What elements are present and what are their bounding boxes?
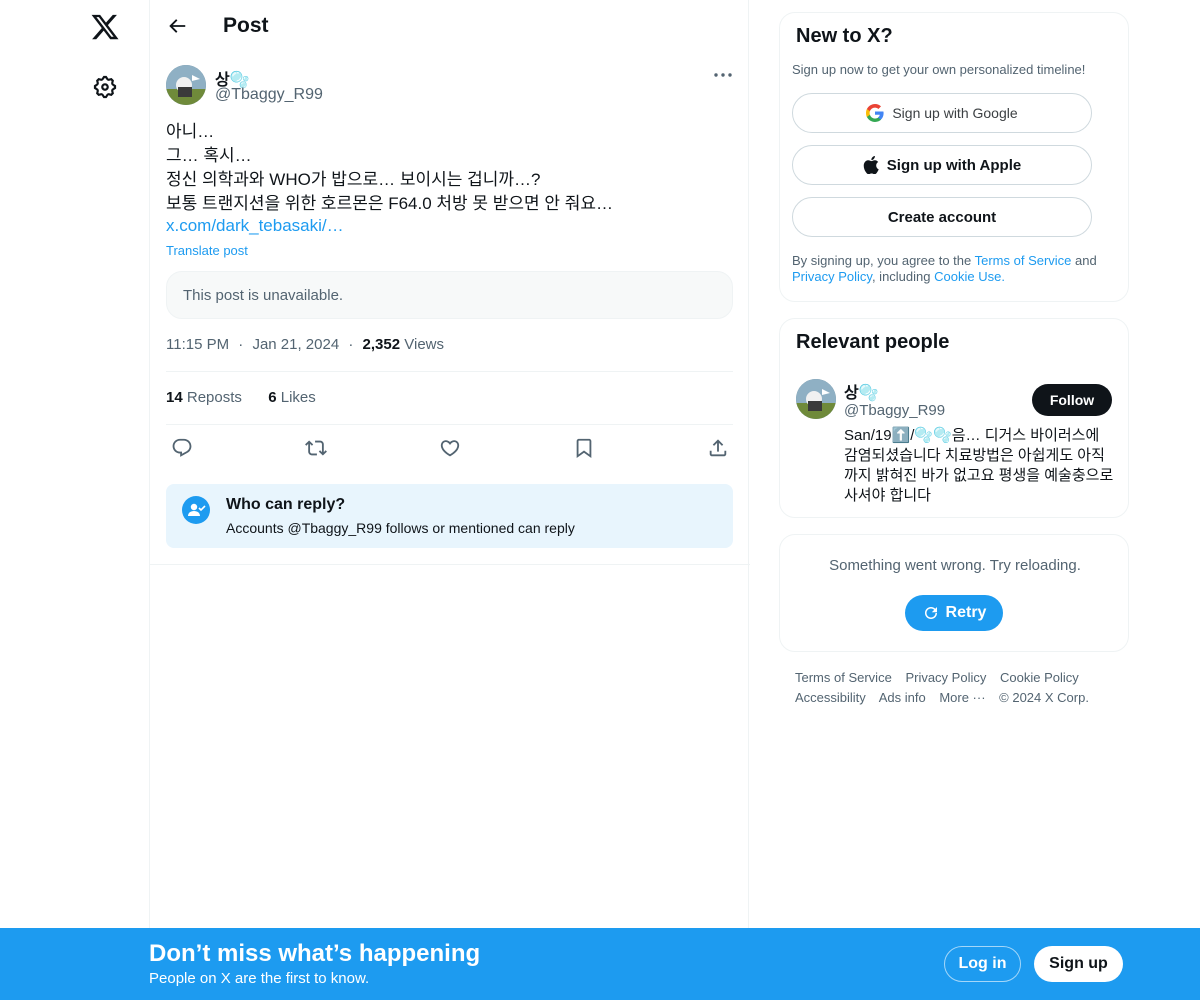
footer-terms-link[interactable]: Terms of Service <box>795 670 892 685</box>
terms-text: . <box>1001 269 1005 284</box>
refresh-icon <box>924 607 937 619</box>
likes-label: Likes <box>280 389 316 406</box>
avatar[interactable] <box>796 379 836 419</box>
repost-icon[interactable] <box>305 437 327 459</box>
views-count: 2,352 <box>362 336 401 353</box>
post-text: 아니… 그… 혹시… 정신 의학과와 WHO가 밥으로… 보이시는 겁니까…? … <box>166 120 736 216</box>
banner-title: Don’t miss what’s happening <box>149 940 481 967</box>
post-line: 정신 의학과와 WHO가 밥으로… 보이시는 겁니까…? <box>166 170 541 189</box>
more-icon[interactable] <box>712 66 734 84</box>
reply-restriction-title: Who can reply? <box>226 496 346 513</box>
avatar[interactable] <box>166 65 206 105</box>
separator: · <box>238 336 244 353</box>
relevant-people-title: Relevant people <box>796 331 950 353</box>
share-icon[interactable] <box>707 437 729 459</box>
left-nav <box>0 0 150 1000</box>
reply-restriction: Who can reply? Accounts @Tbaggy_R99 foll… <box>166 484 733 548</box>
retry-button[interactable]: Retry <box>905 595 1003 631</box>
retry-label: Retry <box>945 604 987 621</box>
reposts-count: 14 <box>166 389 183 406</box>
heart-icon[interactable] <box>439 437 461 459</box>
terms-link[interactable]: Terms of Service <box>975 253 1072 268</box>
divider <box>166 424 733 425</box>
terms-text: and <box>1071 253 1097 268</box>
views-label: Views <box>404 336 444 353</box>
post-time[interactable]: 11:15 PM <box>166 336 229 353</box>
gear-icon[interactable] <box>92 74 118 100</box>
page-title: Post <box>223 14 269 37</box>
user-check-icon <box>182 496 210 524</box>
signup-subtitle: Sign up now to get your own personalized… <box>792 62 1086 77</box>
google-label: Sign up with Google <box>892 105 1018 121</box>
divider <box>150 564 750 565</box>
error-message: Something went wrong. Try reloading. <box>829 557 1081 574</box>
post-meta: 11:15 PM · Jan 21, 2024 · 2,352 Views <box>166 336 444 353</box>
footer-accessibility-link[interactable]: Accessibility <box>795 690 866 705</box>
translate-post-link[interactable]: Translate post <box>166 243 248 258</box>
post-line: 그… 혹시… <box>166 146 252 165</box>
apple-icon <box>863 156 879 174</box>
login-button[interactable]: Log in <box>944 946 1021 982</box>
post-line: 아니… <box>166 122 215 141</box>
likes-stat[interactable]: 6 Likes <box>268 389 316 406</box>
arrow-left-icon[interactable] <box>166 15 188 37</box>
footer-more-link[interactable]: More ··· <box>939 690 985 705</box>
signup-card: New to X? Sign up now to get your own pe… <box>779 12 1129 302</box>
apple-label: Sign up with Apple <box>886 156 1022 174</box>
signup-button[interactable]: Sign up <box>1034 946 1123 982</box>
signup-terms: By signing up, you agree to the Terms of… <box>792 253 1122 285</box>
footer-privacy-link[interactable]: Privacy Policy <box>905 670 986 685</box>
privacy-link[interactable]: Privacy Policy <box>792 269 872 284</box>
reply-restriction-subtitle: Accounts @Tbaggy_R99 follows or mentione… <box>226 520 575 536</box>
quoted-post-unavailable: This post is unavailable. <box>166 271 733 319</box>
google-icon <box>866 104 884 122</box>
footer-cookie-link[interactable]: Cookie Policy <box>1000 670 1079 685</box>
divider <box>166 371 733 372</box>
reposts-label: Reposts <box>186 389 242 406</box>
bookmark-icon[interactable] <box>573 437 595 459</box>
relevant-person-handle[interactable]: @Tbaggy_R99 <box>844 402 945 419</box>
footer-ads-link[interactable]: Ads info <box>879 690 926 705</box>
terms-text: , including <box>871 269 935 284</box>
relevant-people-card: Relevant people 상🫧 @Tbaggy_R99 Follow Sa… <box>779 318 1129 518</box>
post-line: 보통 트랜지션을 위한 호르몬은 F64.0 처방 못 받으면 안 줘요… <box>166 194 614 213</box>
relevant-person-bio: San/19⬆️/🫧🫧음… 디거스 바이러스에 감염되셨습니다 치료방법은 아쉽… <box>844 427 1114 504</box>
relevant-person-name[interactable]: 상🫧 <box>844 379 879 403</box>
banner-subtitle: People on X are the first to know. <box>149 970 370 987</box>
main-column: Post 상🫧 @Tbaggy_R99 아니… 그… 혹시… 정신 의학과와 W… <box>149 0 750 928</box>
footer-copyright: © 2024 X Corp. <box>999 690 1089 705</box>
likes-count: 6 <box>268 389 277 406</box>
author-handle[interactable]: @Tbaggy_R99 <box>215 86 323 104</box>
signup-banner: Don’t miss what’s happening People on X … <box>0 928 1200 1000</box>
follow-button[interactable]: Follow <box>1032 384 1112 416</box>
signup-apple-button[interactable]: Sign up with Apple <box>792 145 1092 185</box>
reposts-stat[interactable]: 14 Reposts <box>166 389 242 406</box>
footer-links: Terms of Service Privacy Policy Cookie P… <box>795 668 1135 708</box>
signup-google-button[interactable]: Sign up with Google <box>792 93 1092 133</box>
signup-title: New to X? <box>796 25 893 47</box>
cookie-use-link[interactable]: Cookie Use <box>934 269 1001 284</box>
error-card: Something went wrong. Try reloading. Ret… <box>779 534 1129 652</box>
separator: · <box>348 336 354 353</box>
reply-icon[interactable] <box>171 437 193 459</box>
terms-text: By signing up, you agree to the <box>792 253 975 268</box>
create-account-button[interactable]: Create account <box>792 197 1092 237</box>
post-stats: 14 Reposts 6 Likes <box>166 389 316 406</box>
post-date[interactable]: Jan 21, 2024 <box>252 336 339 353</box>
header: Post <box>150 0 750 53</box>
x-logo-icon[interactable] <box>90 12 120 42</box>
post-link[interactable]: x.com/dark_tebasaki/… <box>166 216 344 236</box>
